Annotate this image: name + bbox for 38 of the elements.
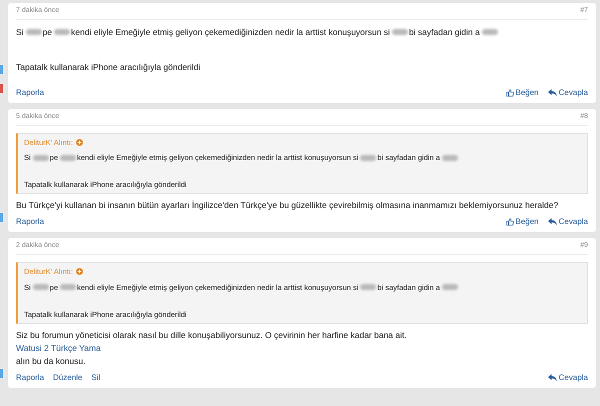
censor-blur bbox=[442, 154, 458, 161]
post-text: Siz bu forumun yöneticisi olarak nasıl bu dille konuşabiliyorsunuz. O çevirinin her harfine kadar bana ait. bbox=[16, 330, 407, 340]
reply-link[interactable]: Cevapla bbox=[548, 372, 588, 384]
post-text: Bu Türkçe'yi kullanan bi insanın bütün ayarları İngilizce'den Türkçe'ye bu güzellikte çevirebilmiş olmasına inanmamızı beklemiyorsunuz heralde? bbox=[16, 200, 558, 210]
plus-circle-icon[interactable] bbox=[76, 139, 83, 146]
censor-blur bbox=[26, 29, 42, 35]
post-action-link[interactable]: Raporla bbox=[16, 216, 44, 228]
reply-link[interactable]: Cevapla bbox=[548, 87, 588, 99]
reply-arrow-icon bbox=[548, 374, 557, 382]
post-text: alın bu da konusu. bbox=[16, 356, 86, 366]
censor-blur bbox=[32, 284, 49, 290]
thumbs-up-icon bbox=[506, 89, 514, 97]
censor-blur bbox=[60, 154, 76, 161]
plus-circle-icon[interactable] bbox=[76, 268, 83, 276]
censor-blur bbox=[32, 154, 49, 161]
censor-blur bbox=[482, 29, 498, 35]
post-action-link[interactable]: Raporla bbox=[16, 87, 44, 99]
topic-link[interactable]: Watusi 2 Türkçe Yama bbox=[16, 342, 101, 352]
message-text: Si bbox=[16, 26, 24, 39]
like-link[interactable]: Beğen bbox=[506, 216, 539, 228]
reply-arrow-icon bbox=[548, 218, 557, 226]
censor-blur bbox=[360, 284, 376, 290]
reply-arrow-icon bbox=[548, 89, 557, 97]
signature-text: Tapatalk kullanarak iPhone aracılığıyla gönderildi bbox=[16, 62, 200, 72]
message-text: pe bbox=[42, 26, 52, 39]
censor-blur bbox=[60, 284, 76, 290]
post-action-link[interactable]: Sil bbox=[91, 372, 100, 384]
post-action-link[interactable]: Raporla bbox=[16, 372, 44, 384]
censor-blur bbox=[442, 284, 458, 290]
censor-blur bbox=[360, 154, 376, 161]
censor-blur bbox=[54, 29, 70, 35]
message-text: bi sayfadan gidin a bbox=[408, 26, 480, 39]
thumbs-up-icon bbox=[506, 218, 514, 226]
like-link[interactable]: Beğen bbox=[506, 87, 539, 99]
post-action-link[interactable]: Düzenle bbox=[53, 372, 82, 384]
reply-link[interactable]: Cevapla bbox=[548, 216, 588, 228]
censor-blur bbox=[392, 29, 408, 35]
message-text: kendi eliyle Emeğiyle etmiş geliyon çekemediğinizden nedir la arttist konuşuyorsun si bbox=[71, 26, 390, 39]
